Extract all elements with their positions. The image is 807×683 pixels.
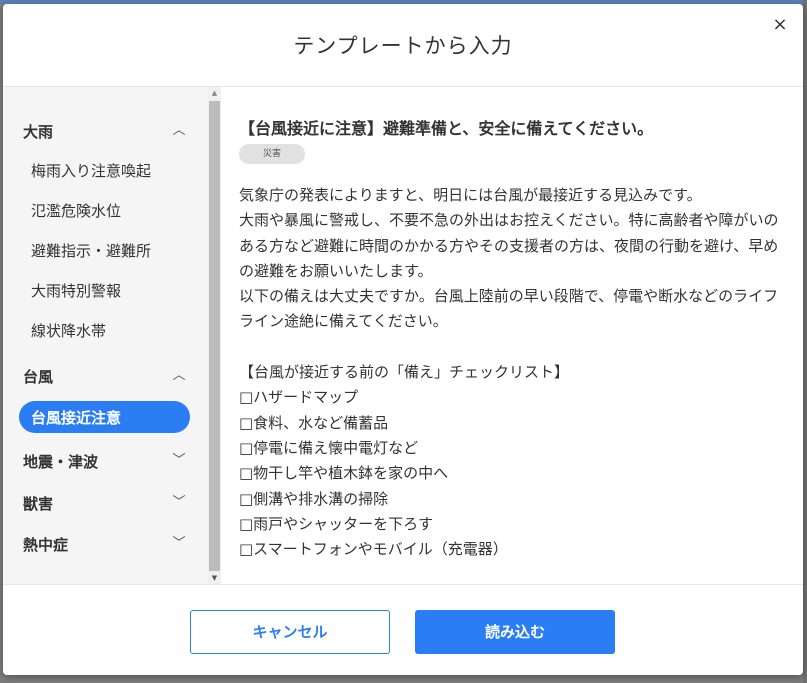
dialog-header: テンプレートから入力 × [3,4,803,87]
scrollbar-thumb[interactable] [209,101,220,571]
sidebar-item-flood-level[interactable]: 氾濫危険水位 [31,200,121,221]
template-title: 【台風接近に注意】避難準備と、安全に備えてください。 [239,119,654,138]
category-heavy-rain[interactable]: 大雨 ︿ [3,115,208,145]
category-label: 地震・津波 [23,453,99,471]
category-animal-damage[interactable]: 獣害 ﹀ [3,487,208,517]
sidebar-item-label: 台風接近注意 [31,409,122,427]
category-heatstroke[interactable]: 熱中症 ﹀ [3,528,208,558]
category-typhoon[interactable]: 台風 ︿ [3,360,208,390]
template-body: 気象庁の発表によりますと、明日には台風が最接近する見込みです。 大雨や暴風に警戒… [239,186,779,559]
chevron-down-icon: ﹀ [172,495,186,510]
chevron-down-icon: ﹀ [172,453,186,468]
template-dialog: テンプレートから入力 × 大雨 ︿ 梅雨入り注意喚起 氾濫危険水位 避難指示・避… [3,4,803,675]
chevron-up-icon: ︿ [172,368,186,383]
sidebar-item-rainy-season[interactable]: 梅雨入り注意喚起 [31,160,151,181]
background-app-edge-right [803,0,807,683]
close-icon[interactable]: × [771,16,789,34]
category-label: 大雨 [23,123,54,141]
sidebar-item-evacuation-order[interactable]: 避難指示・避難所 [31,240,151,261]
scroll-up-arrow-icon[interactable]: ▲ [208,89,221,97]
category-label: 獣害 [23,495,54,513]
category-tag-badge: 災害 [239,144,305,164]
chevron-down-icon: ﹀ [172,536,186,551]
load-button[interactable]: 読み込む [415,610,615,654]
cancel-button[interactable]: キャンセル [190,610,390,654]
category-label: 熱中症 [23,536,69,554]
chevron-up-icon: ︿ [172,123,186,138]
sidebar-item-linear-rainband[interactable]: 線状降水帯 [31,320,106,341]
template-category-sidebar: 大雨 ︿ 梅雨入り注意喚起 氾濫危険水位 避難指示・避難所 大雨特別警報 線状降… [3,87,208,584]
scroll-down-arrow-icon[interactable]: ▼ [208,574,221,582]
dialog-footer: キャンセル 読み込む [3,584,803,676]
category-earthquake-tsunami[interactable]: 地震・津波 ﹀ [3,445,208,475]
sidebar-scrollbar[interactable]: ▲ ▼ [208,87,221,584]
template-preview: 【台風接近に注意】避難準備と、安全に備えてください。 災害 気象庁の発表によりま… [221,87,803,584]
category-label: 台風 [23,368,54,386]
dialog-title: テンプレートから入力 [293,34,513,58]
sidebar-item-heavy-rain-warning[interactable]: 大雨特別警報 [31,280,121,301]
sidebar-item-typhoon-approach[interactable]: 台風接近注意 [19,401,190,433]
